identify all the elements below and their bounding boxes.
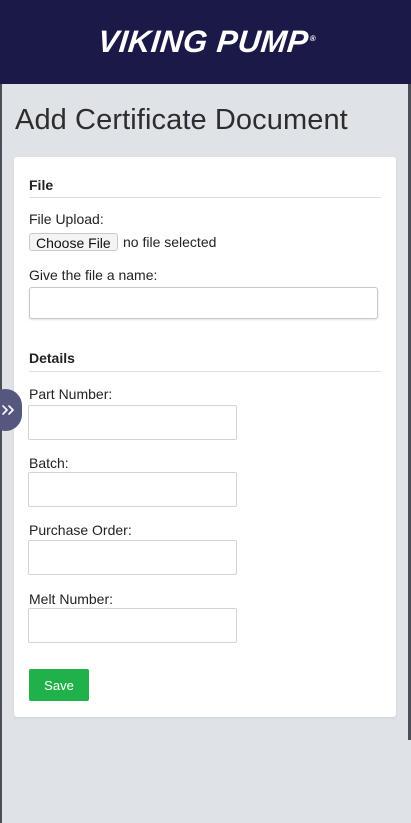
file-name-label: Give the file a name:	[29, 267, 158, 283]
app-header: VIKING PUMP®	[0, 0, 411, 84]
purchase-order-input[interactable]	[28, 540, 237, 575]
page-title: Add Certificate Document	[15, 104, 348, 136]
purchase-order-label: Purchase Order:	[29, 522, 132, 538]
viking-pump-logo[interactable]: VIKING PUMP®	[96, 24, 318, 60]
no-file-selected-text: no file selected	[123, 234, 217, 250]
registered-mark: ®	[308, 33, 317, 43]
save-button[interactable]: Save	[29, 669, 89, 701]
choose-file-button[interactable]: Choose File	[29, 233, 118, 251]
file-section-divider	[29, 197, 381, 198]
part-number-input[interactable]	[28, 405, 237, 440]
details-section-divider	[29, 371, 381, 372]
file-section-heading: File	[29, 177, 54, 193]
file-name-input[interactable]	[29, 287, 378, 319]
melt-number-input[interactable]	[28, 608, 237, 643]
certificate-form-card: File File Upload: Choose File no file se…	[14, 157, 396, 717]
file-upload-label: File Upload:	[29, 211, 104, 227]
melt-number-label: Melt Number:	[29, 591, 114, 607]
left-border-rule	[0, 84, 2, 823]
details-section-heading: Details	[29, 350, 75, 366]
double-chevron-right-icon	[2, 405, 14, 415]
logo-text: VIKING PUMP	[95, 24, 310, 59]
batch-input[interactable]	[28, 472, 237, 507]
batch-label: Batch:	[29, 455, 69, 471]
part-number-label: Part Number:	[29, 386, 113, 402]
